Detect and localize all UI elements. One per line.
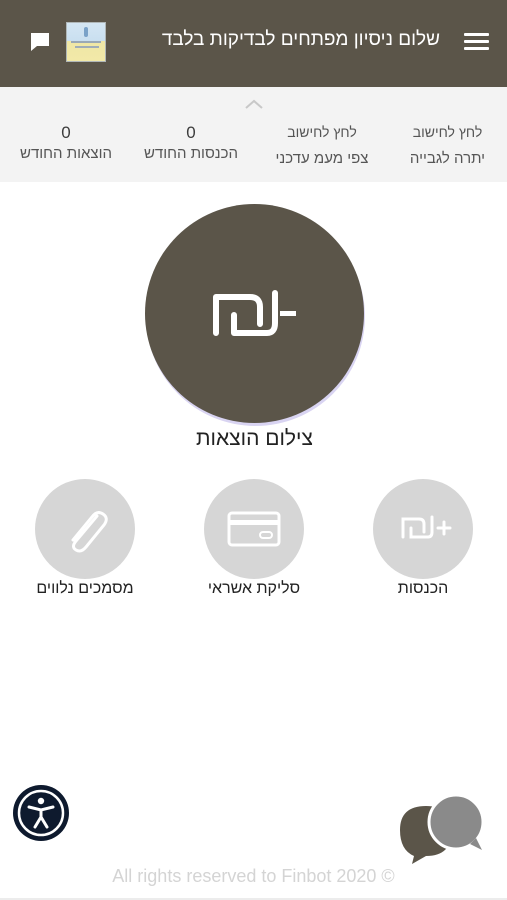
stat-label: יתרה לגבייה xyxy=(409,150,486,167)
hamburger-menu-icon[interactable] xyxy=(464,33,489,52)
accessibility-icon xyxy=(17,789,65,837)
attached-documents-label: מסמכים נלווים xyxy=(36,580,134,597)
income-button[interactable] xyxy=(373,479,473,579)
stat-value: 0 xyxy=(186,123,196,142)
stat-calc-prompt: לחץ לחישוב xyxy=(287,124,357,140)
credit-clearing-button[interactable] xyxy=(204,479,304,579)
income-label: הכנסות xyxy=(397,580,449,597)
stat-label: הכנסות החודש xyxy=(143,145,239,162)
capture-expenses-label: צילום הוצאות xyxy=(196,427,313,450)
capture-expenses-button[interactable] xyxy=(145,204,364,423)
stat-monthly-expenses: 0 הוצאות החודש xyxy=(8,123,124,162)
stat-monthly-income: 0 הכנסות החודש xyxy=(132,123,250,162)
credit-clearing-label: סליקת אשראי xyxy=(207,580,301,597)
attached-documents-button[interactable] xyxy=(35,479,135,579)
header-title: שלום ניסיון מפתחים לבדיקות בלבד xyxy=(161,29,440,50)
chevron-up-icon[interactable] xyxy=(244,95,264,109)
stat-label: צפי מעמ עדכני xyxy=(275,150,369,167)
paperclip-icon xyxy=(71,511,108,553)
chat-bubbles-icon[interactable] xyxy=(396,792,486,864)
stat-balance-to-collect[interactable]: לחץ לחישוב יתרה לגבייה xyxy=(400,124,495,167)
stats-panel: לחץ לחישוב יתרה לגבייה לחץ לחישוב צפי מע… xyxy=(0,87,507,182)
shekel-plus-icon xyxy=(401,515,452,539)
accessibility-button[interactable] xyxy=(13,785,69,841)
stat-calc-prompt: לחץ לחישוב xyxy=(412,124,483,140)
app-header: שלום ניסיון מפתחים לבדיקות בלבד xyxy=(0,0,507,87)
stat-value: 0 xyxy=(61,123,71,142)
stat-vat-forecast[interactable]: לחץ לחישוב צפי מעמ עדכני xyxy=(262,124,382,167)
organization-logo xyxy=(66,22,106,62)
stat-label: הוצאות החודש xyxy=(20,145,112,162)
credit-card-icon xyxy=(227,511,281,547)
chat-icon[interactable] xyxy=(28,30,54,54)
footer-copyright: All rights reserved to Finbot 2020 © xyxy=(112,866,395,886)
shekel-minus-icon xyxy=(213,290,296,336)
